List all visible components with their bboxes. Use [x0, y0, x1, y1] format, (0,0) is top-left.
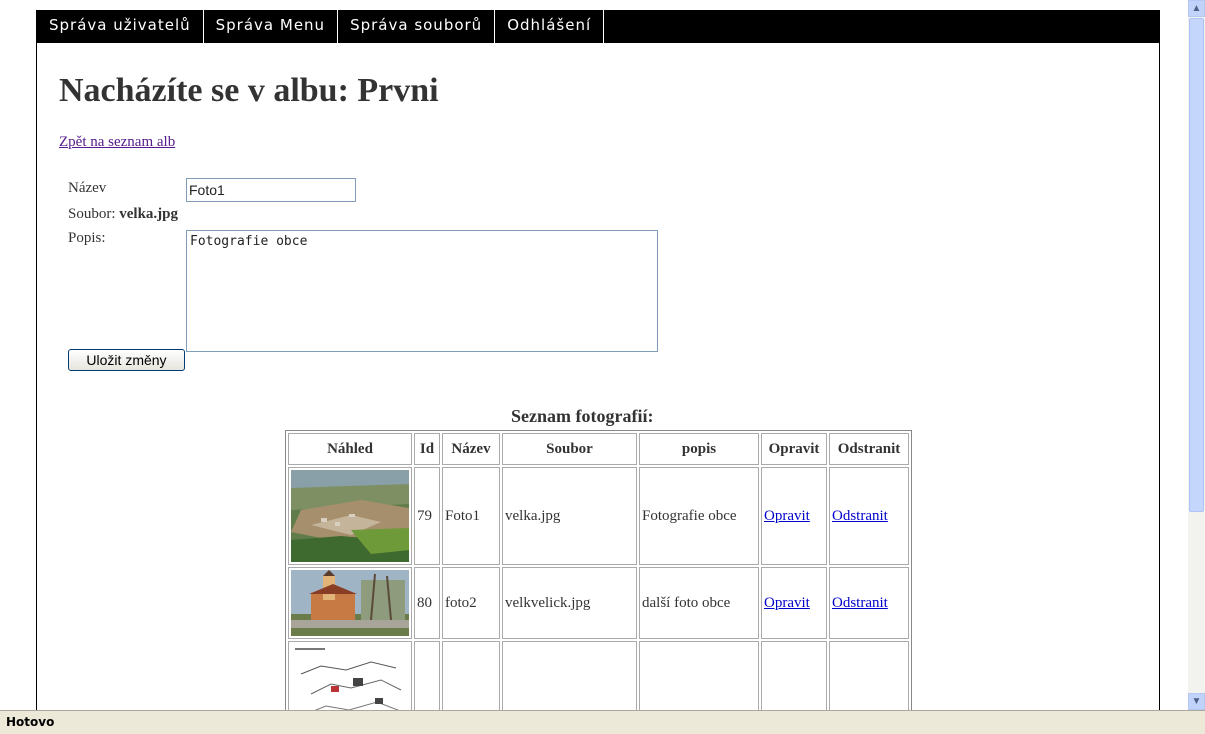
edit-link[interactable]: Opravit: [764, 508, 810, 524]
table-row: [288, 641, 909, 710]
photo-list-title: Seznam fotografií:: [511, 406, 654, 426]
vertical-scrollbar[interactable]: ▲ ▼: [1188, 0, 1205, 710]
row-file: velkvelick.jpg: [502, 567, 637, 639]
col-header-description: popis: [639, 433, 759, 465]
row-description: další foto obce: [639, 567, 759, 639]
remove-link[interactable]: Odstranit: [832, 595, 888, 611]
scroll-thumb[interactable]: [1189, 18, 1204, 512]
file-value: velka.jpg: [119, 206, 179, 222]
back-to-albums-link[interactable]: Zpět na seznam alb: [59, 134, 175, 151]
row-description: [639, 641, 759, 710]
page-title: Nacházíte se v albu: Prvni: [59, 72, 439, 109]
table-header-row: Náhled Id Název Soubor popis Opravit Ods…: [288, 433, 909, 465]
edit-cell: [761, 641, 827, 710]
file-label: Soubor: velka.jpg: [68, 206, 178, 223]
row-name: foto2: [442, 567, 500, 639]
nav-item-users[interactable]: Správa uživatelů: [37, 10, 204, 43]
nav-item-menu[interactable]: Správa Menu: [204, 10, 339, 43]
photo-table: Náhled Id Název Soubor popis Opravit Ods…: [285, 430, 912, 710]
col-header-name: Název: [442, 433, 500, 465]
remove-cell: Odstranit: [829, 567, 909, 639]
col-header-preview: Náhled: [288, 433, 412, 465]
description-textarea[interactable]: Fotografie obce: [186, 230, 658, 352]
edit-cell: Opravit: [761, 467, 827, 565]
table-row: 79 Foto1 velka.jpg Fotografie obce Oprav…: [288, 467, 909, 565]
save-changes-button[interactable]: Uložit změny: [68, 349, 185, 371]
row-file: velka.jpg: [502, 467, 637, 565]
row-name: [442, 641, 500, 710]
remove-cell: Odstranit: [829, 467, 909, 565]
row-id: [414, 641, 440, 710]
top-navbar: Správa uživatelů Správa Menu Správa soub…: [37, 10, 1159, 43]
remove-cell: [829, 641, 909, 710]
col-header-id: Id: [414, 433, 440, 465]
col-header-remove: Odstranit: [829, 433, 909, 465]
scroll-up-icon[interactable]: ▲: [1188, 0, 1205, 17]
nav-item-logout[interactable]: Odhlášení: [495, 10, 605, 43]
photo-thumbnail-map[interactable]: [291, 644, 409, 710]
nav-item-files[interactable]: Správa souborů: [338, 10, 496, 43]
preview-cell: [288, 567, 412, 639]
row-file: [502, 641, 637, 710]
scroll-down-icon[interactable]: ▼: [1188, 693, 1205, 710]
col-header-edit: Opravit: [761, 433, 827, 465]
edit-link[interactable]: Opravit: [764, 595, 810, 611]
file-label-text: Soubor:: [68, 206, 116, 222]
remove-link[interactable]: Odstranit: [832, 508, 888, 524]
row-id: 79: [414, 467, 440, 565]
table-row: 80 foto2 velkvelick.jpg další foto obce …: [288, 567, 909, 639]
name-input[interactable]: Foto1: [186, 178, 356, 202]
row-name: Foto1: [442, 467, 500, 565]
col-header-file: Soubor: [502, 433, 637, 465]
preview-cell: [288, 641, 412, 710]
row-id: 80: [414, 567, 440, 639]
photo-thumbnail-aerial[interactable]: [291, 470, 409, 562]
preview-cell: [288, 467, 412, 565]
edit-cell: Opravit: [761, 567, 827, 639]
page-content: Správa uživatelů Správa Menu Správa soub…: [36, 10, 1160, 710]
status-bar: Hotovo: [0, 710, 1205, 734]
name-label: Název: [68, 180, 107, 196]
photo-thumbnail-church[interactable]: [291, 570, 409, 636]
description-label: Popis:: [68, 230, 106, 246]
row-description: Fotografie obce: [639, 467, 759, 565]
